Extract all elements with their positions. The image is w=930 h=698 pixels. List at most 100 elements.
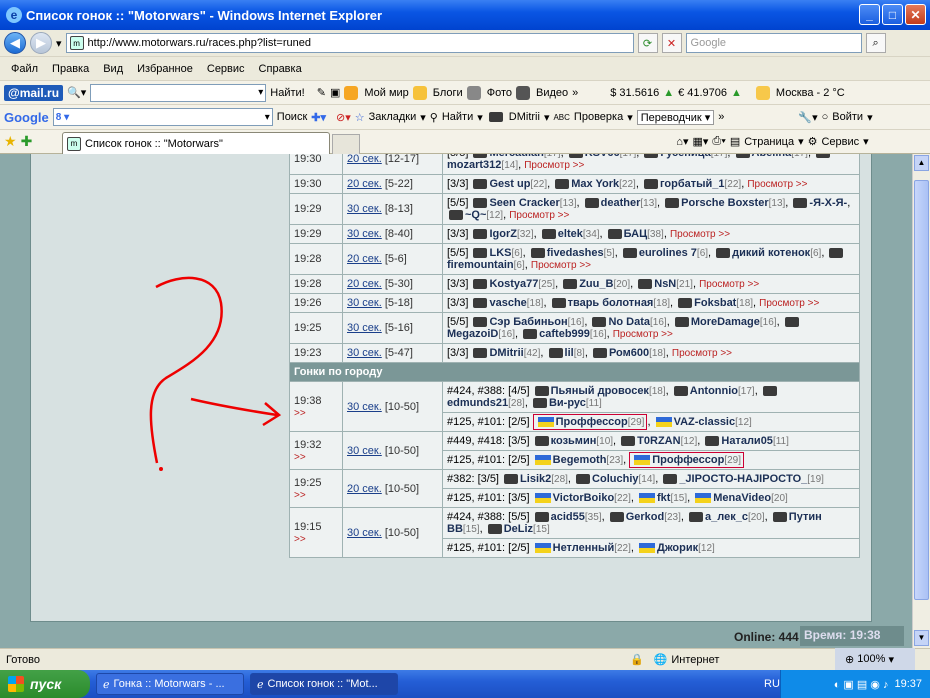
race-duration-link[interactable]: 30 сек. — [347, 347, 382, 359]
player-entry[interactable]: ~Q~[12] — [447, 209, 503, 221]
player-name[interactable]: deather — [601, 197, 641, 209]
player-entry[interactable]: Сэр Бабиньон[16] — [471, 316, 584, 328]
history-dropdown-icon[interactable]: ▾ — [56, 37, 62, 50]
chevron-more-icon[interactable]: » — [718, 111, 724, 123]
player-name[interactable]: VictorBoiko — [553, 492, 615, 504]
race-duration-link[interactable]: 30 сек. — [347, 322, 382, 334]
player-name[interactable]: eurolines 7 — [639, 247, 697, 259]
photo-link[interactable]: Фото — [487, 87, 512, 99]
stop-button[interactable]: ✕ — [661, 33, 682, 53]
player-name[interactable]: lil — [565, 347, 574, 359]
player-name[interactable]: Seen Cracker — [489, 197, 559, 209]
preview-link[interactable]: Просмотр >> — [524, 160, 584, 171]
player-name[interactable]: Lisik2 — [520, 473, 551, 485]
new-tab-button[interactable] — [332, 134, 360, 154]
player-entry[interactable]: БАЦ[38] — [606, 228, 664, 240]
menu-file[interactable]: Файл — [4, 63, 45, 75]
player-entry[interactable]: LKS[6] — [471, 247, 523, 259]
player-entry[interactable]: T0RZAN[12] — [619, 435, 697, 447]
find-button[interactable]: Найти — [442, 111, 473, 123]
favorites-star-icon[interactable]: ★ — [4, 133, 17, 150]
tab-active[interactable]: m Список гонок :: "Motorwars" — [62, 132, 330, 154]
player-entry[interactable]: Ром600[18] — [591, 347, 666, 359]
player-entry[interactable]: Gest up[22] — [471, 178, 547, 190]
player-name[interactable]: Ви-рус — [549, 397, 586, 409]
player-name[interactable]: Сэр Бабиньон — [489, 316, 567, 328]
player-name[interactable]: edmunds21 — [447, 397, 508, 409]
player-name[interactable]: Гусеница — [660, 154, 710, 159]
player-entry[interactable]: дикий котенок[6] — [714, 247, 821, 259]
preview-link[interactable]: Просмотр >> — [747, 179, 807, 190]
player-entry[interactable]: _JIPOCTO-HAJIPOCTO_[19] — [661, 473, 824, 485]
player-entry[interactable]: DMitrii[42] — [471, 347, 540, 359]
menu-help[interactable]: Справка — [252, 63, 309, 75]
player-name[interactable]: дикий котенок — [732, 247, 810, 259]
player-name[interactable]: Ром600 — [609, 347, 649, 359]
menu-view[interactable]: Вид — [96, 63, 130, 75]
player-entry[interactable]: Max York[22] — [553, 178, 636, 190]
player-entry[interactable]: Пьяный дровосек[18] — [533, 385, 666, 397]
race-open-link[interactable]: >> — [294, 408, 306, 419]
video-link[interactable]: Видео — [536, 87, 568, 99]
pen-icon[interactable]: ✎ — [317, 86, 326, 99]
player-entry[interactable]: eurolines 7[6] — [621, 247, 708, 259]
player-name[interactable]: Porsche Boxster — [681, 197, 768, 209]
google-search-button[interactable]: Поиск — [277, 111, 307, 123]
player-name[interactable]: IgorZ — [489, 228, 517, 240]
refresh-button[interactable]: ⟳ — [637, 33, 658, 53]
player-entry[interactable]: NsN[21] — [636, 278, 693, 290]
player-entry[interactable]: -Я-Х-Я- — [791, 197, 847, 209]
preview-link[interactable]: Просмотр >> — [670, 229, 730, 240]
home-icon[interactable]: ⌂▾ — [676, 135, 688, 148]
print-icon[interactable]: ⎙▾ — [712, 135, 725, 148]
player-name[interactable]: _JIPOCTO-HAJIPOCTO_ — [679, 473, 807, 485]
back-button[interactable]: ◀ — [4, 32, 26, 54]
player-entry[interactable]: Ви-рус[11] — [531, 397, 602, 409]
player-name[interactable]: Проффессор — [556, 416, 628, 428]
taskbar-item-race[interactable]: ℯ Гонка :: Motorwars - ... — [96, 673, 244, 695]
player-name[interactable]: VAZ-classic — [674, 416, 736, 428]
player-name[interactable]: Kostya77 — [489, 278, 538, 290]
player-entry[interactable]: горбатый_1[22] — [642, 178, 741, 190]
player-name[interactable]: козьмин — [551, 435, 597, 447]
player-name[interactable]: Джорик — [657, 542, 698, 554]
player-name[interactable]: DeLiz — [504, 523, 533, 535]
player-name[interactable]: vasche — [489, 297, 526, 309]
vertical-scrollbar[interactable]: ▲ ▼ — [912, 154, 930, 648]
tray-icons[interactable]: ◐ ▣ ▤ ◉ ♪ — [834, 678, 889, 691]
user-name[interactable]: DMitrii — [509, 111, 540, 123]
player-entry[interactable]: Gerkod[23] — [608, 511, 681, 523]
player-entry[interactable]: acid55[35] — [533, 511, 602, 523]
race-duration-link[interactable]: 30 сек. — [347, 228, 382, 240]
moi-mir-link[interactable]: Мой мир — [364, 87, 408, 99]
player-name[interactable]: БАЦ — [624, 228, 647, 240]
player-entry[interactable]: Abelina[17] — [734, 154, 808, 159]
bookmarks-button[interactable]: Закладки — [369, 111, 417, 123]
player-entry[interactable]: Begemoth[23] — [533, 454, 623, 466]
player-entry[interactable]: VictorBoiko[22] — [533, 492, 631, 504]
language-indicator[interactable]: RU — [764, 678, 780, 690]
player-entry[interactable]: тварь болотная[18] — [550, 297, 670, 309]
player-name[interactable]: caftеb999 — [539, 328, 590, 340]
player-name[interactable]: ~Q~ — [465, 209, 486, 221]
player-entry[interactable]: козьмин[10] — [533, 435, 613, 447]
race-open-link[interactable]: >> — [294, 534, 306, 545]
menu-favorites[interactable]: Избранное — [130, 63, 200, 75]
url-input[interactable]: m http://www.motorwars.ru/races.php?list… — [65, 33, 634, 53]
race-duration-link[interactable]: 20 сек. — [347, 253, 382, 265]
popup-blocker-icon[interactable]: ⊘▾ — [336, 111, 351, 124]
player-name[interactable]: firemountain — [447, 259, 514, 271]
chevron-more-icon[interactable]: » — [572, 87, 578, 99]
player-entry[interactable]: Гусеница[17] — [642, 154, 727, 159]
player-entry[interactable]: fkt[15] — [637, 492, 687, 504]
page-menu[interactable]: Страница — [744, 136, 794, 148]
player-name[interactable]: Zuu_B — [579, 278, 613, 290]
google-search-input[interactable]: 8 ▾ ▾ — [52, 108, 273, 126]
race-duration-link[interactable]: 30 сек. — [347, 203, 382, 215]
player-entry[interactable]: deather[13] — [583, 197, 657, 209]
player-entry[interactable]: VAZ-classic[12] — [654, 416, 752, 428]
mailru-logo[interactable]: @mail.ru — [4, 84, 64, 101]
player-entry[interactable]: fivedashes[5] — [529, 247, 615, 259]
start-button[interactable]: пуск — [0, 670, 90, 698]
player-entry[interactable]: Seen Cracker[13] — [471, 197, 576, 209]
